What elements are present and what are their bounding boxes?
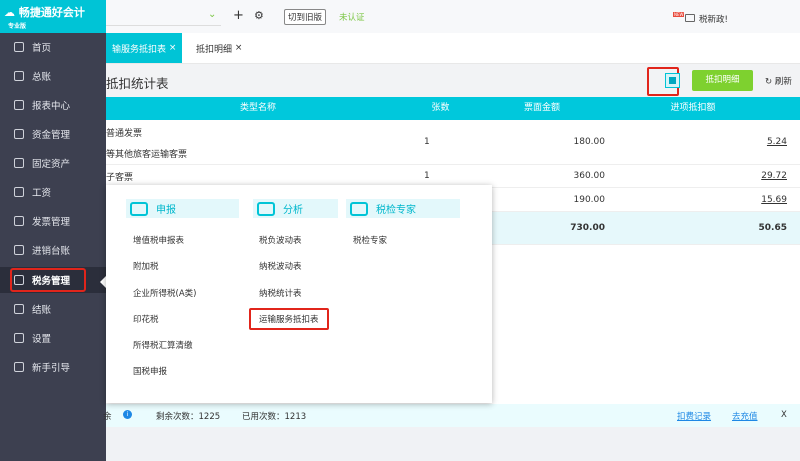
type-name: 子客票 <box>106 172 134 183</box>
home-icon <box>14 42 24 52</box>
title-bar: 抵扣统计表 抵扣明细 ↻ 刷新 <box>106 63 800 97</box>
salary-icon <box>14 187 24 197</box>
menu-item-stamp-tax[interactable]: 印花税 <box>133 313 159 325</box>
charge-record-link[interactable]: 扣费记录 <box>677 410 711 422</box>
app-logo[interactable]: ☁ 畅捷通好会计 专业版 <box>0 0 106 33</box>
menu-item-national-tax[interactable]: 国税申报 <box>133 365 167 377</box>
top-bar: ⌄ + ⚙ 切到旧版 未认证 NEW 税新政! <box>106 0 800 33</box>
deduction-link[interactable]: 29.72 <box>761 171 787 181</box>
menu-item-tax-statistics[interactable]: 纳税统计表 <box>259 287 302 299</box>
sidebar: ☁ 畅捷通好会计 专业版 首页 总账 报表中心 资金管理 固定资产 工资 发票管理… <box>0 0 106 461</box>
tab-transport-deduction[interactable]: 输服务抵扣表 × <box>106 33 183 63</box>
amount: 360.00 <box>573 171 606 181</box>
menu-item-tax-burden[interactable]: 税负波动表 <box>259 234 302 246</box>
refresh-icon: ↻ <box>765 77 775 87</box>
gear-icon <box>14 333 24 343</box>
col-deduction: 进项抵扣额 <box>670 103 716 113</box>
tab-bar: 输服务抵扣表 × 抵扣明细 × <box>106 33 800 63</box>
deduction-link[interactable]: 15.69 <box>761 195 787 205</box>
sidebar-item-closing[interactable]: 结账 <box>0 296 106 322</box>
recharge-link[interactable]: 去充值 <box>732 410 758 422</box>
sidebar-item-settings[interactable]: 设置 <box>0 325 106 351</box>
col-amount: 票面金额 <box>523 103 560 113</box>
chart-icon <box>14 100 24 110</box>
switch-old-version-button[interactable]: 切到旧版 <box>284 9 327 25</box>
new-badge: NEW <box>673 12 685 17</box>
notice-bar: 余 i 剩余次数：1225 已用次数：1213 扣费记录 去充值 X <box>103 404 800 427</box>
total-amount: 730.00 <box>570 223 605 233</box>
sidebar-item-inventory[interactable]: 进销台账 <box>0 237 106 263</box>
video-icon <box>685 14 695 22</box>
declare-icon <box>130 201 148 216</box>
plus-icon[interactable]: + <box>233 8 244 23</box>
menu-item-tax-check-expert[interactable]: 税检专家 <box>353 234 387 246</box>
chevron-down-icon[interactable]: ⌄ <box>208 9 216 20</box>
section-declare: 申报 <box>126 199 239 218</box>
sidebar-item-tax[interactable]: 税务管理 <box>0 267 106 293</box>
qr-export-button[interactable] <box>665 73 680 88</box>
deduction-link[interactable]: 5.24 <box>767 137 787 147</box>
qr-icon <box>669 77 676 84</box>
tax-menu-popup: 申报 分析 税检专家 增值税申报表 附加税 企业所得税(A类) 印花税 所得税汇… <box>106 185 492 403</box>
money-icon <box>14 129 24 139</box>
sidebar-item-funds[interactable]: 资金管理 <box>0 121 106 147</box>
menu-item-transport-deduction[interactable]: 运输服务抵扣表 <box>249 308 329 330</box>
sidebar-item-reports[interactable]: 报表中心 <box>0 92 106 118</box>
analysis-icon <box>257 201 275 216</box>
asset-icon <box>14 158 24 168</box>
account-select[interactable] <box>106 25 221 26</box>
menu-item-corporate-income-tax[interactable]: 企业所得税(A类) <box>133 287 196 299</box>
refresh-button[interactable]: ↻ 刷新 <box>765 75 792 87</box>
deduction-detail-button[interactable]: 抵扣明细 <box>692 70 753 91</box>
amount: 190.00 <box>573 194 606 205</box>
table-row: 普通发票 等其他旅客运输客票 1 180.00 5.24 <box>106 120 800 165</box>
close-icon[interactable]: X <box>781 410 787 420</box>
tab-deduction-detail[interactable]: 抵扣明细 × <box>190 33 248 63</box>
cloud-icon: ☁ <box>4 6 19 19</box>
invoice-icon <box>14 216 24 226</box>
count: 1 <box>424 137 430 147</box>
col-count: 张数 <box>431 103 450 113</box>
table-header: 类型名称 张数 票面金额 进项抵扣额 <box>106 97 800 120</box>
sidebar-item-ledger[interactable]: 总账 <box>0 63 106 89</box>
type-name: 普通发票 <box>106 128 143 139</box>
inventory-icon <box>14 245 24 255</box>
menu-item-income-tax-settlement[interactable]: 所得税汇算清缴 <box>133 339 193 351</box>
count: 1 <box>424 171 430 181</box>
tax-check-icon <box>350 201 368 216</box>
ledger-icon <box>14 71 24 81</box>
amount: 180.00 <box>573 137 606 147</box>
play-icon <box>14 362 24 372</box>
section-analysis: 分析 <box>253 199 338 218</box>
type-name: 等其他旅客运输客票 <box>106 149 188 160</box>
closing-icon <box>14 304 24 314</box>
close-icon[interactable]: × <box>235 43 243 53</box>
sidebar-item-assets[interactable]: 固定资产 <box>0 150 106 176</box>
info-icon: i <box>123 410 132 419</box>
total-deduction: 50.65 <box>758 223 787 233</box>
menu-item-surtax[interactable]: 附加税 <box>133 260 159 272</box>
menu-item-tax-fluctuation[interactable]: 纳税波动表 <box>259 260 302 272</box>
remaining-count: 剩余次数：1225 <box>156 412 221 422</box>
notice-prefix: 余 <box>103 412 112 422</box>
close-icon[interactable]: × <box>169 43 177 53</box>
section-tax-check: 税检专家 <box>346 199 460 218</box>
sidebar-item-home[interactable]: 首页 <box>0 34 106 60</box>
tax-news-link[interactable]: 税新政! <box>699 13 728 25</box>
gear-icon[interactable]: ⚙ <box>254 9 264 22</box>
menu-item-vat-return[interactable]: 增值税申报表 <box>133 234 184 246</box>
col-type-name: 类型名称 <box>239 103 276 113</box>
highlight-box <box>10 268 86 292</box>
used-count: 已用次数：1213 <box>242 412 307 422</box>
page-title: 抵扣统计表 <box>106 76 169 91</box>
sidebar-item-guide[interactable]: 新手引导 <box>0 354 106 380</box>
auth-status[interactable]: 未认证 <box>339 11 365 23</box>
sidebar-item-salary[interactable]: 工资 <box>0 179 106 205</box>
sidebar-item-invoices[interactable]: 发票管理 <box>0 208 106 234</box>
